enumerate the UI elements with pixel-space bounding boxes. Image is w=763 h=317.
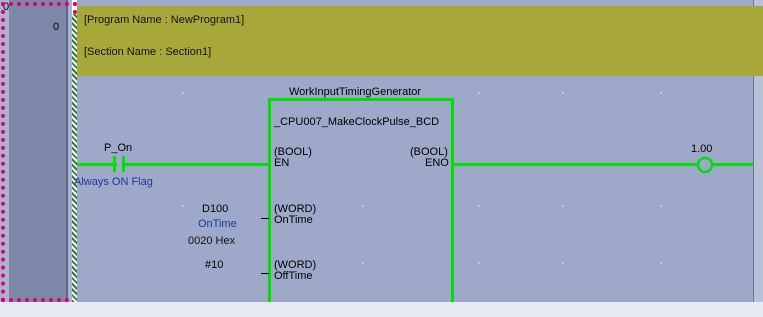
fb-offtime-operand[interactable]: #10 (205, 259, 223, 271)
coil-address: 1.00 (691, 143, 713, 155)
grid-point (182, 205, 184, 207)
coil-output[interactable] (695, 155, 715, 175)
rung-wire-to-coil (454, 163, 697, 166)
grid-point (478, 205, 480, 207)
fb-instance-name: WorkInputTimingGenerator (289, 86, 422, 98)
grid-point (478, 262, 480, 264)
grid-point (660, 205, 662, 207)
contact-comment: Always ON Flag (74, 176, 153, 188)
fb-ontime-operand-comment: OnTime (198, 218, 237, 230)
contact-operand: P_On (104, 142, 133, 154)
fb-type-name: _CPU007_MakeClockPulse_BCD (274, 116, 440, 128)
section-name-comment: [Section Name : Section1] (84, 46, 212, 58)
rung-selection-outline (1, 2, 77, 302)
grid-point (562, 92, 564, 94)
bottom-strip (0, 302, 763, 317)
grid-point (660, 92, 662, 94)
program-name-comment: [Program Name : NewProgram1] (84, 14, 245, 26)
grid-point (182, 92, 184, 94)
fb-input-offtime-name: OffTime (274, 270, 313, 282)
grid-point (562, 205, 564, 207)
fb-offtime-pin (261, 273, 269, 274)
grid-point (478, 92, 480, 94)
grid-point (562, 262, 564, 264)
fb-ontime-operand[interactable]: D100 (202, 203, 228, 215)
fb-ontime-operand-value: 0020 Hex (188, 235, 236, 247)
grid-point (660, 262, 662, 264)
fb-input-en-name: EN (274, 157, 290, 169)
fb-ontime-pin (261, 218, 269, 219)
rung-wire-right (713, 163, 753, 166)
contact-p-on[interactable] (109, 152, 129, 176)
rung-wire-to-fb (125, 163, 268, 166)
fb-input-ontime-name: OnTime (274, 214, 313, 226)
fb-output-eno-name: ENO (425, 157, 449, 169)
